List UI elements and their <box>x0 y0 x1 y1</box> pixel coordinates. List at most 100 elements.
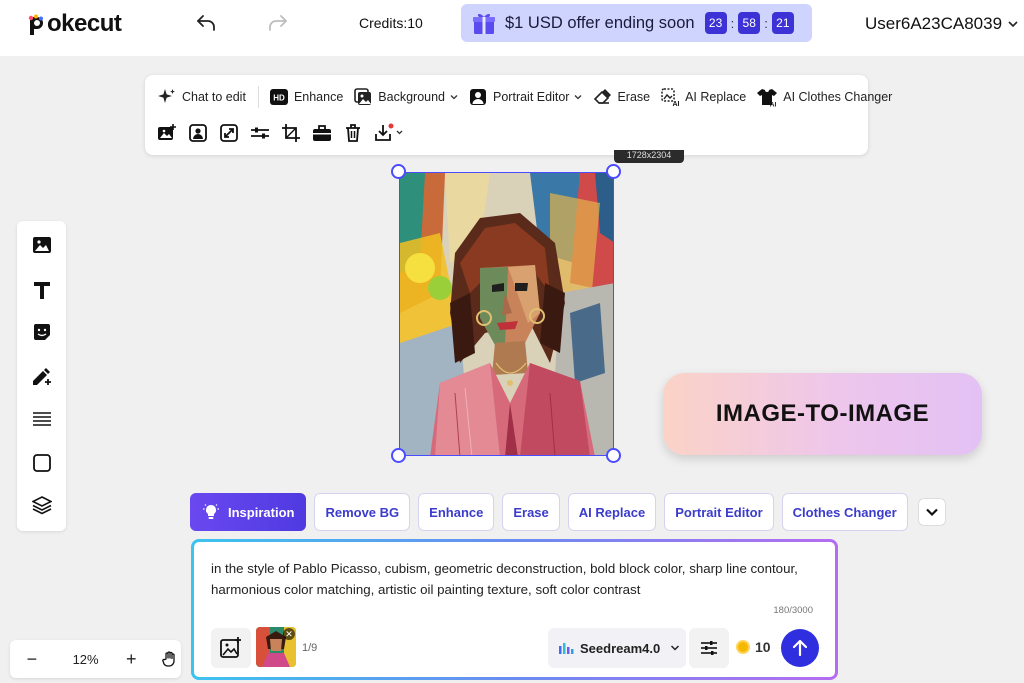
expand-icon[interactable] <box>219 123 239 143</box>
inspiration-chip[interactable]: Inspiration <box>190 493 307 531</box>
more-chips-button[interactable] <box>917 498 946 526</box>
shape-tool[interactable] <box>31 452 53 474</box>
logo-mark-icon <box>28 13 46 35</box>
arrow-up-icon <box>792 639 808 657</box>
sticker-icon <box>34 324 50 340</box>
svg-text:AI: AI <box>673 101 680 107</box>
chip-remove-bg[interactable]: Remove BG <box>314 493 411 531</box>
background-menu[interactable]: Background <box>353 87 458 107</box>
chip-clothes-changer[interactable]: Clothes Changer <box>781 493 908 531</box>
pan-tool-button[interactable] <box>159 648 181 670</box>
countdown-seconds: 21 <box>771 12 794 34</box>
user-name: User6A23CA8039 <box>865 14 1003 33</box>
chevron-down-icon <box>925 508 938 517</box>
chevron-down-icon <box>1008 21 1018 28</box>
resize-handle-top-right[interactable] <box>606 164 621 179</box>
add-image-icon[interactable] <box>157 123 177 143</box>
chat-to-edit-button[interactable]: Chat to edit <box>157 87 246 107</box>
download-icon[interactable] <box>374 123 406 143</box>
redo-button[interactable] <box>265 10 291 36</box>
chevron-down-icon <box>671 645 680 651</box>
credit-cost: 10 <box>736 639 771 655</box>
countdown-minutes: 58 <box>738 12 761 34</box>
logo-text: okecut <box>47 10 122 37</box>
lines-tool[interactable] <box>31 408 53 430</box>
resize-handle-bottom-left[interactable] <box>391 448 406 463</box>
draw-icon <box>33 368 51 385</box>
chip-enhance[interactable]: Enhance <box>418 493 495 531</box>
chip-portrait-editor[interactable]: Portrait Editor <box>664 493 774 531</box>
hand-icon <box>162 651 175 667</box>
hd-icon: HD <box>269 89 288 105</box>
chevron-down-icon <box>574 95 582 100</box>
resize-handle-bottom-right[interactable] <box>606 448 621 463</box>
countdown-colon: : <box>730 15 735 31</box>
layers-tool[interactable] <box>31 494 53 516</box>
image-to-image-label: IMAGE-TO-IMAGE <box>663 373 982 455</box>
toolbar-divider <box>257 86 259 108</box>
chip-ai-replace[interactable]: AI Replace <box>567 493 657 531</box>
ai-clothes-changer-button[interactable]: AI AI Clothes Changer <box>756 87 892 107</box>
undo-icon <box>197 15 215 31</box>
zoom-controls: − 12% + <box>10 640 181 678</box>
user-menu[interactable]: User6A23CA8039 <box>865 14 1018 34</box>
text-icon <box>34 282 50 299</box>
enhance-button[interactable]: HD Enhance <box>269 88 343 106</box>
text-tool[interactable] <box>31 279 53 301</box>
countdown-hours: 23 <box>704 12 727 34</box>
prompt-box: in the style of Pablo Picasso, cubism, g… <box>191 539 838 680</box>
zoom-level: 12% <box>72 651 99 667</box>
shirt-icon: AI <box>757 89 778 107</box>
remove-thumbnail-icon[interactable]: ✕ <box>283 628 295 640</box>
lines-icon <box>33 412 51 426</box>
cubist-portrait-image <box>400 173 613 455</box>
reference-thumbnail[interactable]: ✕ <box>256 627 296 667</box>
image-tool[interactable] <box>31 234 53 256</box>
erase-button[interactable]: Erase <box>592 87 650 107</box>
toolbox-icon[interactable] <box>312 123 332 143</box>
portrait-icon <box>470 89 487 105</box>
ai-replace-icon: AI <box>661 88 680 107</box>
gift-icon <box>473 13 495 34</box>
image-size-tag: 1728x2304 <box>614 150 684 163</box>
sparkle-icon <box>158 89 175 103</box>
zoom-out-button[interactable]: − <box>21 648 43 670</box>
lightbulb-icon <box>203 504 219 519</box>
image-page-count: 1/9 <box>302 642 318 654</box>
shape-icon <box>33 454 51 472</box>
left-toolbar <box>17 221 66 531</box>
generation-settings-button[interactable] <box>689 628 729 668</box>
character-counter: 180/3000 <box>773 605 813 616</box>
upload-image-button[interactable] <box>211 628 251 668</box>
countdown-colon: : <box>764 15 768 31</box>
portrait-editor-menu[interactable]: Portrait Editor <box>468 87 582 107</box>
zoom-in-button[interactable]: + <box>120 648 142 670</box>
draw-tool[interactable] <box>31 365 53 387</box>
ai-replace-button[interactable]: AI AI Replace <box>660 87 746 107</box>
svg-text:HD: HD <box>273 94 285 103</box>
edit-toolbar: Chat to edit HD Enhance Background Portr… <box>145 75 892 155</box>
model-selector[interactable]: Seedream4.0 <box>548 628 686 668</box>
generate-button[interactable] <box>781 629 819 667</box>
image-icon <box>33 237 51 253</box>
resize-handle-top-left[interactable] <box>391 164 406 179</box>
canvas-image[interactable] <box>399 172 614 456</box>
chevron-down-icon <box>450 95 458 100</box>
model-bars-icon <box>559 643 574 654</box>
chip-erase[interactable]: Erase <box>502 493 560 531</box>
undo-button[interactable] <box>193 10 219 36</box>
offer-banner[interactable]: $1 USD offer ending soon 23 : 58 : 21 <box>461 4 812 42</box>
logo[interactable]: okecut <box>28 10 122 38</box>
sticker-tool[interactable] <box>31 321 53 343</box>
sliders-icon <box>701 641 717 655</box>
prompt-input[interactable]: in the style of Pablo Picasso, cubism, g… <box>211 558 821 600</box>
adjust-icon[interactable] <box>250 123 270 143</box>
layers-icon <box>32 496 52 515</box>
trash-icon[interactable] <box>343 123 363 143</box>
redo-icon <box>269 15 287 31</box>
credits-label: Credits:10 <box>359 15 423 31</box>
crop-icon[interactable] <box>281 123 301 143</box>
portrait-frame-icon[interactable] <box>188 123 208 143</box>
background-icon <box>354 88 372 105</box>
header: okecut Credits:10 $1 USD offer ending so… <box>0 0 1024 56</box>
